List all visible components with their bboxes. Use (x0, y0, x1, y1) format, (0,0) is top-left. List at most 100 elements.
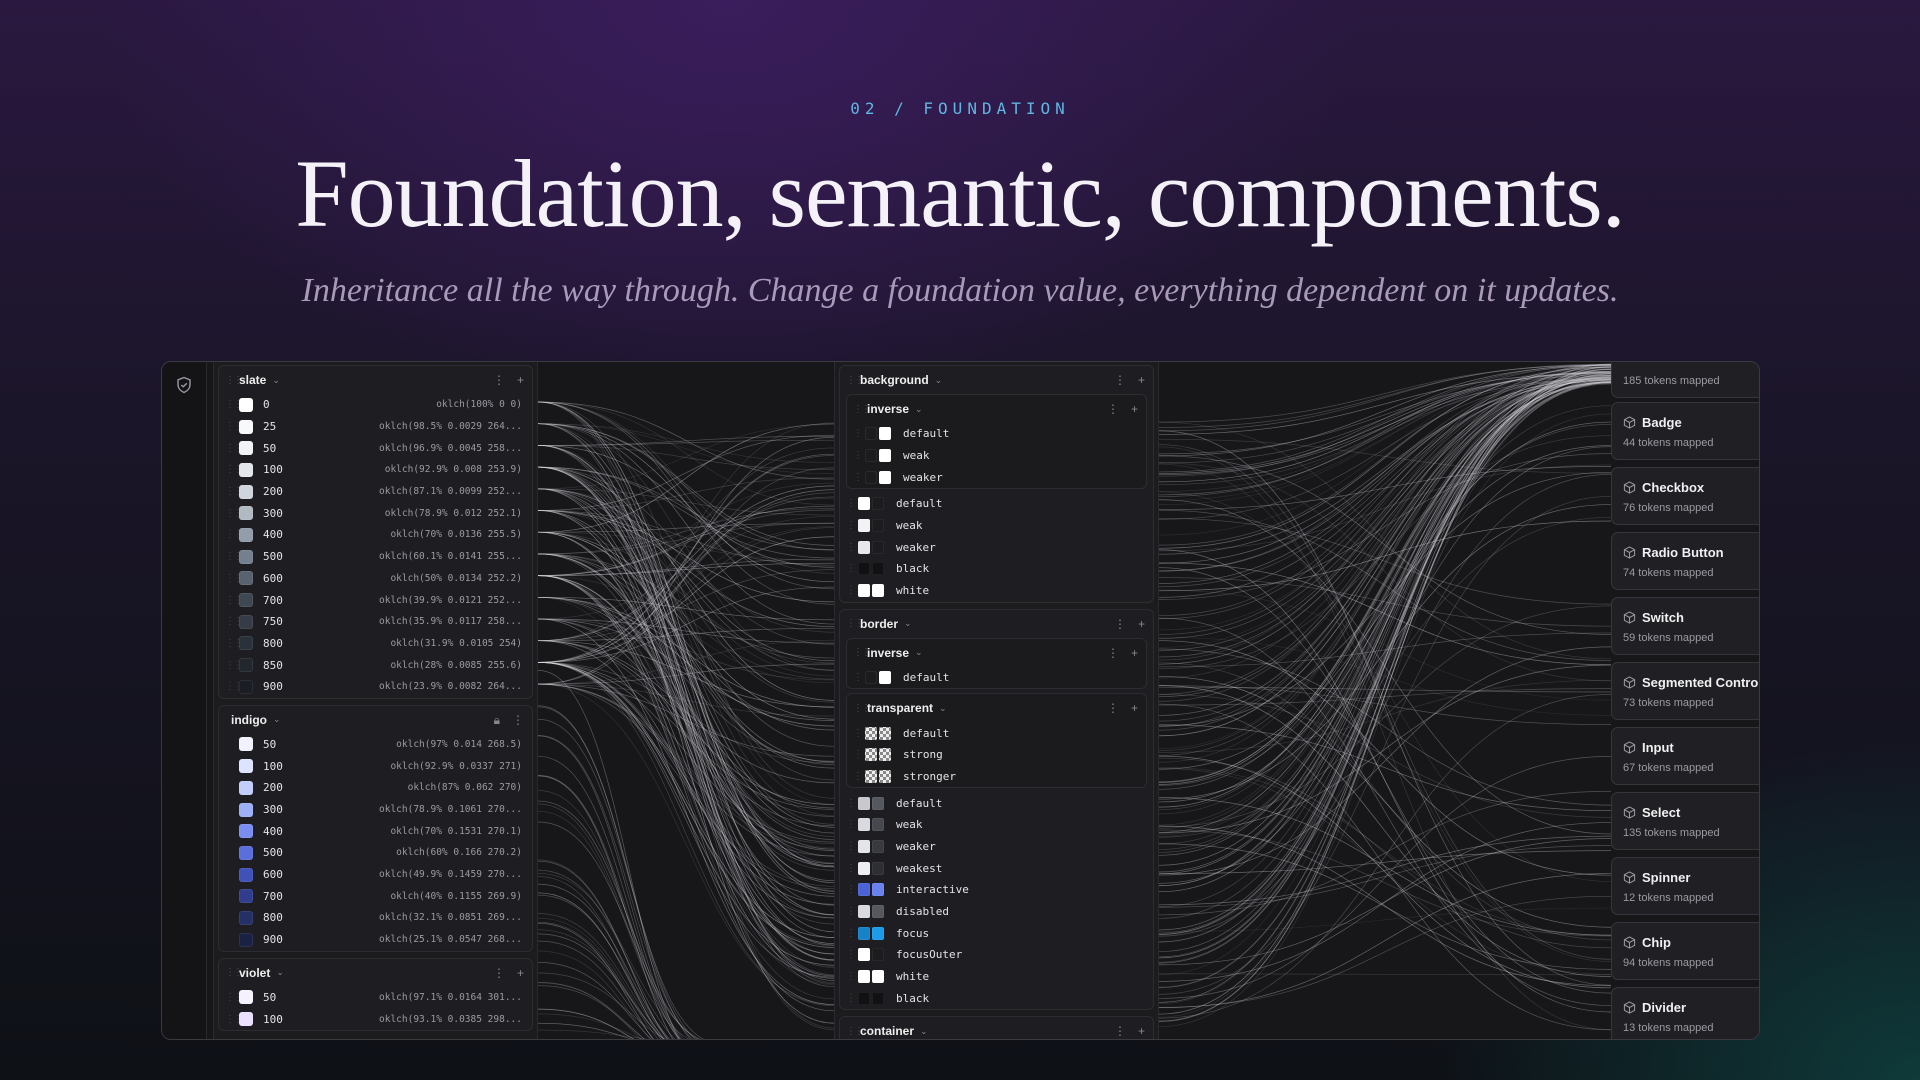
color-swatch-pair[interactable] (865, 726, 893, 740)
color-swatch-pair[interactable] (865, 427, 893, 441)
drag-handle-icon[interactable]: ⋮⋮ (225, 681, 243, 692)
drag-handle-icon[interactable]: ⋮⋮ (846, 841, 864, 852)
semantic-token-row[interactable]: ⋮⋮ focusOuter (840, 944, 1153, 966)
token-row[interactable]: ⋮⋮ 600 oklch(50% 0.0134 252.2) (219, 568, 532, 590)
semantic-token-row[interactable]: ⋮⋮ weak (840, 515, 1153, 537)
color-swatch[interactable] (239, 889, 253, 904)
color-swatch[interactable] (239, 759, 253, 774)
drag-handle-icon[interactable]: ⋮⋮ (846, 798, 864, 809)
semantic-token-row[interactable]: ⋮⋮ weaker (840, 536, 1153, 558)
color-swatch-pair[interactable] (865, 470, 893, 484)
component-card[interactable]: Spinner12 tokens mappedatomic (1611, 857, 1759, 915)
component-card[interactable]: Chip94 tokens mappedatomic (1611, 922, 1759, 980)
color-group-indigo[interactable]: indigo ⌄ 🔒︎ ⋮ 50 oklch(97% 0.014 268.5) 100… (218, 704, 533, 952)
color-swatch[interactable] (239, 593, 253, 608)
drag-handle-icon[interactable]: ⋮⋮ (846, 863, 864, 874)
color-swatch-pair[interactable] (858, 818, 886, 832)
color-swatch[interactable] (239, 932, 253, 947)
more-vertical-icon[interactable]: ⋮ (1114, 1024, 1126, 1038)
color-swatch[interactable] (239, 549, 253, 564)
token-row[interactable]: ⋮⋮ 25 oklch(98.5% 0.0029 264... (219, 416, 532, 438)
drag-handle-icon[interactable]: ⋮⋮ (846, 498, 864, 509)
color-swatch-pair[interactable] (858, 861, 886, 875)
semantic-token-row[interactable]: ⋮⋮ default (847, 667, 1146, 689)
semantic-token-row[interactable]: ⋮⋮ default (847, 722, 1146, 744)
chevron-down-icon[interactable]: ⌄ (915, 647, 923, 658)
chevron-down-icon[interactable]: ⌄ (915, 404, 923, 415)
color-swatch-pair[interactable] (865, 748, 893, 762)
drag-handle-icon[interactable]: ⋮⋮ (853, 450, 871, 461)
group-header[interactable]: ⋮⋮ background ⌄ ⋮ + (840, 366, 1153, 394)
color-swatch[interactable] (239, 845, 253, 860)
plus-icon[interactable]: + (517, 373, 524, 387)
color-swatch[interactable] (239, 679, 253, 694)
drag-handle-icon[interactable]: ⋮⋮ (853, 428, 871, 439)
more-vertical-icon[interactable]: ⋮ (1107, 646, 1119, 660)
token-row[interactable]: ⋮⋮ 200 oklch(87.1% 0.0099 252... (219, 481, 532, 503)
semantic-token-row[interactable]: ⋮⋮ focus (840, 922, 1153, 944)
color-group-violet[interactable]: ⋮⋮ violet ⌄ ⋮ + ⋮⋮ 50 oklch(97.1% 0.0164 30… (218, 957, 533, 1031)
more-vertical-icon[interactable]: ⋮ (1107, 701, 1119, 715)
semantic-token-row[interactable]: ⋮⋮ default (840, 493, 1153, 515)
color-swatch-pair[interactable] (858, 540, 886, 554)
drag-handle-icon[interactable]: ⋮⋮ (846, 520, 864, 531)
drag-handle-icon[interactable]: ⋮⋮ (225, 508, 243, 519)
token-row[interactable]: ⋮⋮ 400 oklch(70% 0.0136 255.5) (219, 524, 532, 546)
drag-handle-icon[interactable]: ⋮⋮ (846, 928, 864, 939)
color-swatch[interactable] (239, 737, 253, 752)
color-swatch-pair[interactable] (858, 839, 886, 853)
drag-handle-icon[interactable]: ⋮⋮ (846, 949, 864, 960)
chevron-down-icon[interactable]: ⌄ (939, 703, 947, 714)
plus-icon[interactable]: + (1131, 701, 1138, 715)
token-row[interactable]: ⋮⋮ 50 oklch(97.1% 0.0164 301... (219, 987, 532, 1009)
color-swatch-pair[interactable] (858, 948, 886, 962)
drag-handle-icon[interactable]: ⋮⋮ (853, 647, 871, 658)
subgroup-inverse[interactable]: ⋮⋮ inverse ⌄ ⋮ + ⋮⋮ default (846, 637, 1147, 690)
token-row[interactable]: ⋮⋮ 50 oklch(96.9% 0.0045 258... (219, 437, 532, 459)
chevron-down-icon[interactable]: ⌄ (276, 967, 284, 978)
token-row[interactable]: ⋮⋮ 300 oklch(78.9% 0.012 252.1) (219, 502, 532, 524)
color-swatch-pair[interactable] (858, 926, 886, 940)
color-swatch[interactable] (239, 571, 253, 586)
color-swatch[interactable] (239, 527, 253, 542)
token-row[interactable]: ⋮⋮ 0 oklch(100% 0 0) (219, 394, 532, 416)
drag-handle-icon[interactable]: ⋮⋮ (225, 486, 243, 497)
semantic-group-container[interactable]: ⋮⋮ container ⌄ ⋮ + (839, 1016, 1154, 1039)
more-vertical-icon[interactable]: ⋮ (493, 966, 505, 980)
drag-handle-icon[interactable]: ⋮⋮ (225, 1014, 243, 1025)
semantic-token-row[interactable]: ⋮⋮ weakest (840, 857, 1153, 879)
drag-handle-icon[interactable]: ⋮⋮ (225, 421, 243, 432)
subgroup-inverse[interactable]: ⋮⋮ inverse ⌄ ⋮ + ⋮⋮ default ⋮⋮ weak ⋮⋮ weaker (846, 394, 1147, 490)
drag-handle-icon[interactable]: ⋮⋮ (846, 906, 864, 917)
token-row[interactable]: 800 oklch(32.1% 0.0851 269... (219, 907, 532, 929)
color-swatch-pair[interactable] (865, 670, 893, 684)
color-swatch[interactable] (239, 614, 253, 629)
color-swatch[interactable] (239, 658, 253, 673)
group-header[interactable]: ⋮⋮ slate ⌄ ⋮ + (219, 366, 532, 394)
semantic-token-row[interactable]: ⋮⋮ disabled (840, 901, 1153, 923)
color-swatch[interactable] (239, 419, 253, 434)
semantic-token-row[interactable]: ⋮⋮ black (840, 558, 1153, 580)
drag-handle-icon[interactable]: ⋮⋮ (853, 771, 871, 782)
color-swatch[interactable] (239, 824, 253, 839)
drag-handle-icon[interactable]: ⋮⋮ (853, 404, 871, 415)
color-swatch-pair[interactable] (865, 449, 893, 463)
color-swatch[interactable] (239, 780, 253, 795)
color-swatch-pair[interactable] (858, 883, 886, 897)
drag-handle-icon[interactable]: ⋮⋮ (846, 375, 864, 386)
drag-handle-icon[interactable]: ⋮⋮ (225, 638, 243, 649)
subgroup-header[interactable]: ⋮⋮ inverse ⌄ ⋮ + (847, 395, 1146, 423)
color-swatch-pair[interactable] (865, 769, 893, 783)
group-header[interactable]: indigo ⌄ 🔒︎ ⋮ (219, 706, 532, 734)
drag-handle-icon[interactable]: ⋮⋮ (225, 992, 243, 1003)
drag-handle-icon[interactable]: ⋮⋮ (225, 529, 243, 540)
component-card[interactable]: Input67 tokens mappedatomic (1611, 727, 1759, 785)
token-row[interactable]: ⋮⋮ 800 oklch(31.9% 0.0105 254) (219, 633, 532, 655)
drag-handle-icon[interactable]: ⋮⋮ (853, 472, 871, 483)
token-row[interactable]: 300 oklch(78.9% 0.1061 270... (219, 799, 532, 821)
component-card-partial[interactable]: 185 tokens mapped (1611, 362, 1759, 398)
drag-handle-icon[interactable]: ⋮⋮ (225, 375, 243, 386)
semantic-token-row[interactable]: ⋮⋮ interactive (840, 879, 1153, 901)
color-swatch[interactable] (239, 484, 253, 499)
token-row[interactable]: ⋮⋮ 700 oklch(39.9% 0.0121 252... (219, 589, 532, 611)
